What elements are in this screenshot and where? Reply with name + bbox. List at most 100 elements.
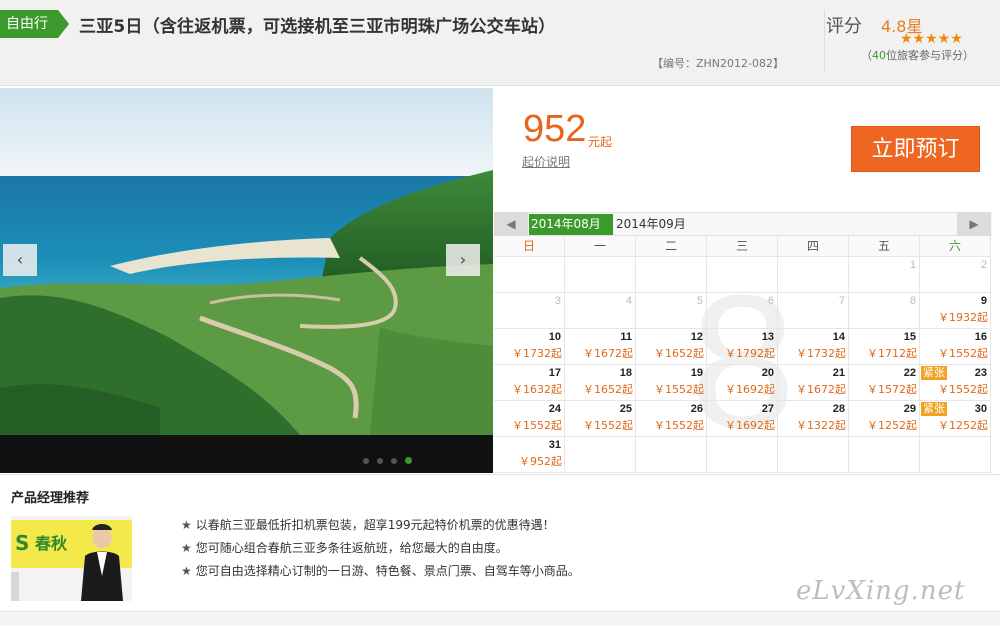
calendar-day-11[interactable]: 11 ￥1672起 xyxy=(565,329,636,365)
calendar-day-19[interactable]: 19 ￥1552起 xyxy=(636,365,707,401)
tag-arrow-icon xyxy=(58,10,69,38)
calendar-next-month-button[interactable]: ▶ xyxy=(957,213,991,235)
calendar-day-number: 7 xyxy=(838,295,845,307)
calendar-day-number: 9 xyxy=(980,295,987,307)
recommendation-item: ★ 您可自由选择精心订制的一日游、特色餐、景点门票、自驾车等小商品。 xyxy=(181,560,580,583)
calendar-day-number: 10 xyxy=(548,331,561,343)
calendar-day-number: 1 xyxy=(909,259,916,271)
price-panel: 952 元起 起价说明 立即预订 xyxy=(494,88,1000,211)
weekday-fri: 五 xyxy=(849,236,920,257)
calendar-day-empty xyxy=(920,437,991,473)
calendar-day-price: ￥1552起 xyxy=(512,419,562,432)
product-header: 自由行 三亚5日（含往返机票，可选接机至三亚市明珠广场公交车站） 【编号：ZHN… xyxy=(0,0,1000,86)
gallery-dot[interactable] xyxy=(377,457,383,464)
calendar-month-tab-next[interactable]: 2014年09月 xyxy=(614,214,698,235)
calendar-day-14[interactable]: 14 ￥1732起 xyxy=(778,329,849,365)
calendar-day-15[interactable]: 15 ￥1712起 xyxy=(849,329,920,365)
calendar-day-price: ￥1692起 xyxy=(725,419,775,432)
calendar-day-price: ￥1552起 xyxy=(938,383,988,396)
calendar-day-empty xyxy=(707,257,778,293)
calendar-day-empty xyxy=(707,437,778,473)
calendar-day-number: 14 xyxy=(832,331,845,343)
price-explanation-link[interactable]: 起价说明 xyxy=(522,153,570,170)
weekday-sat: 六 xyxy=(920,236,991,257)
calendar-day-price: ￥952起 xyxy=(519,455,562,468)
gallery-prev-button[interactable]: ‹ xyxy=(3,244,37,276)
product-title: 三亚5日（含往返机票，可选接机至三亚市明珠广场公交车站） xyxy=(79,17,556,37)
calendar-day-16[interactable]: 16 ￥1552起 xyxy=(920,329,991,365)
calendar-day-31[interactable]: 31 ￥952起 xyxy=(494,437,565,473)
calendar-day-number: 30 xyxy=(974,403,987,415)
calendar-day-price: ￥1252起 xyxy=(867,419,917,432)
calendar-weekday-header: 日 一 二 三 四 五 六 xyxy=(494,236,992,257)
weekday-thu: 四 xyxy=(778,236,849,257)
calendar-day-price: ￥1252起 xyxy=(938,419,988,432)
calendar-day-price: ￥1572起 xyxy=(867,383,917,396)
calendar-day-27[interactable]: 27 ￥1692起 xyxy=(707,401,778,437)
calendar-day-26[interactable]: 26 ￥1552起 xyxy=(636,401,707,437)
calendar-day-empty xyxy=(778,437,849,473)
calendar-day-12[interactable]: 12 ￥1652起 xyxy=(636,329,707,365)
free-travel-tag-label: 自由行 xyxy=(0,10,58,38)
site-watermark: eLvXing.net xyxy=(796,576,966,606)
calendar-day-24[interactable]: 24 ￥1552起 xyxy=(494,401,565,437)
gallery-dot-active[interactable] xyxy=(405,457,412,464)
weekday-tue: 二 xyxy=(636,236,707,257)
starting-price: 952 xyxy=(523,108,587,150)
calendar-month-tab-current[interactable]: 2014年08月 xyxy=(529,214,613,235)
calendar-day-empty xyxy=(494,257,565,293)
rating-stars-icon: ★★★★★ xyxy=(900,31,963,47)
manager-photo-image: S 春秋 xyxy=(11,516,132,601)
gallery-next-button[interactable]: › xyxy=(446,244,480,276)
gallery-dot[interactable] xyxy=(363,457,369,464)
calendar-prev-month-button[interactable]: ◀ xyxy=(494,213,528,235)
calendar-day-9[interactable]: 9 ￥1932起 xyxy=(920,293,991,329)
calendar-day-18[interactable]: 18 ￥1652起 xyxy=(565,365,636,401)
recommendation-item: ★ 以春航三亚最低折扣机票包装，超享199元起特价机票的优惠待遇！ xyxy=(181,514,580,537)
calendar-day-17[interactable]: 17 ￥1632起 xyxy=(494,365,565,401)
weekday-mon: 一 xyxy=(565,236,636,257)
calendar-day-7: 7 xyxy=(778,293,849,329)
calendar-day-25[interactable]: 25 ￥1552起 xyxy=(565,401,636,437)
calendar-day-number: 2 xyxy=(980,259,987,271)
calendar-day-price: ￥1552起 xyxy=(654,419,704,432)
manager-photo: S 春秋 xyxy=(11,516,132,601)
calendar-day-number: 5 xyxy=(696,295,703,307)
calendar-day-23[interactable]: 23 紧张 ￥1552起 xyxy=(920,365,991,401)
calendar-day-price: ￥1552起 xyxy=(583,419,633,432)
calendar-day-price: ￥1672起 xyxy=(583,347,633,360)
calendar-day-price: ￥1652起 xyxy=(654,347,704,360)
calendar-day-price: ￥1732起 xyxy=(796,347,846,360)
calendar-day-price: ￥1732起 xyxy=(512,347,562,360)
calendar-day-number: 4 xyxy=(625,295,632,307)
star-bullet-icon: ★ xyxy=(181,564,192,578)
page-bottom-bar xyxy=(0,611,1000,626)
calendar-day-30[interactable]: 30 紧张 ￥1252起 xyxy=(920,401,991,437)
book-now-button[interactable]: 立即预订 xyxy=(851,126,980,172)
calendar-day-22[interactable]: 22 ￥1572起 xyxy=(849,365,920,401)
calendar-day-number: 31 xyxy=(548,439,561,451)
calendar-day-number: 24 xyxy=(548,403,561,415)
rating-count-suffix: 位旅客参与评分） xyxy=(886,49,974,62)
calendar-day-28[interactable]: 28 ￥1322起 xyxy=(778,401,849,437)
manager-recommendation: 产品经理推荐 S 春秋 ★ 以春航三亚最低折扣机票包装，超享199元起特价机票的优… xyxy=(0,474,1000,612)
calendar-day-13[interactable]: 13 ￥1792起 xyxy=(707,329,778,365)
calendar-day-empty xyxy=(636,437,707,473)
calendar-day-29[interactable]: 29 ￥1252起 xyxy=(849,401,920,437)
calendar-day-20[interactable]: 20 ￥1692起 xyxy=(707,365,778,401)
photo-gallery: ‹ › xyxy=(0,88,493,473)
banner-text: 春秋 xyxy=(34,534,68,553)
rating-count[interactable]: （40位旅客参与评分） xyxy=(861,47,974,63)
rating-count-prefix: （ xyxy=(861,49,872,62)
gallery-dot[interactable] xyxy=(391,457,397,464)
calendar-day-number: 11 xyxy=(620,331,632,343)
calendar-day-number: 13 xyxy=(761,331,774,343)
calendar-day-10[interactable]: 10 ￥1732起 xyxy=(494,329,565,365)
calendar-day-number: 22 xyxy=(903,367,916,379)
calendar-day-21[interactable]: 21 ￥1672起 xyxy=(778,365,849,401)
calendar-day-empty xyxy=(565,257,636,293)
gallery-dots xyxy=(363,450,420,464)
free-travel-tag: 自由行 xyxy=(0,10,70,38)
weekday-sun: 日 xyxy=(494,236,565,257)
calendar-day-tight-badge: 紧张 xyxy=(921,402,947,416)
